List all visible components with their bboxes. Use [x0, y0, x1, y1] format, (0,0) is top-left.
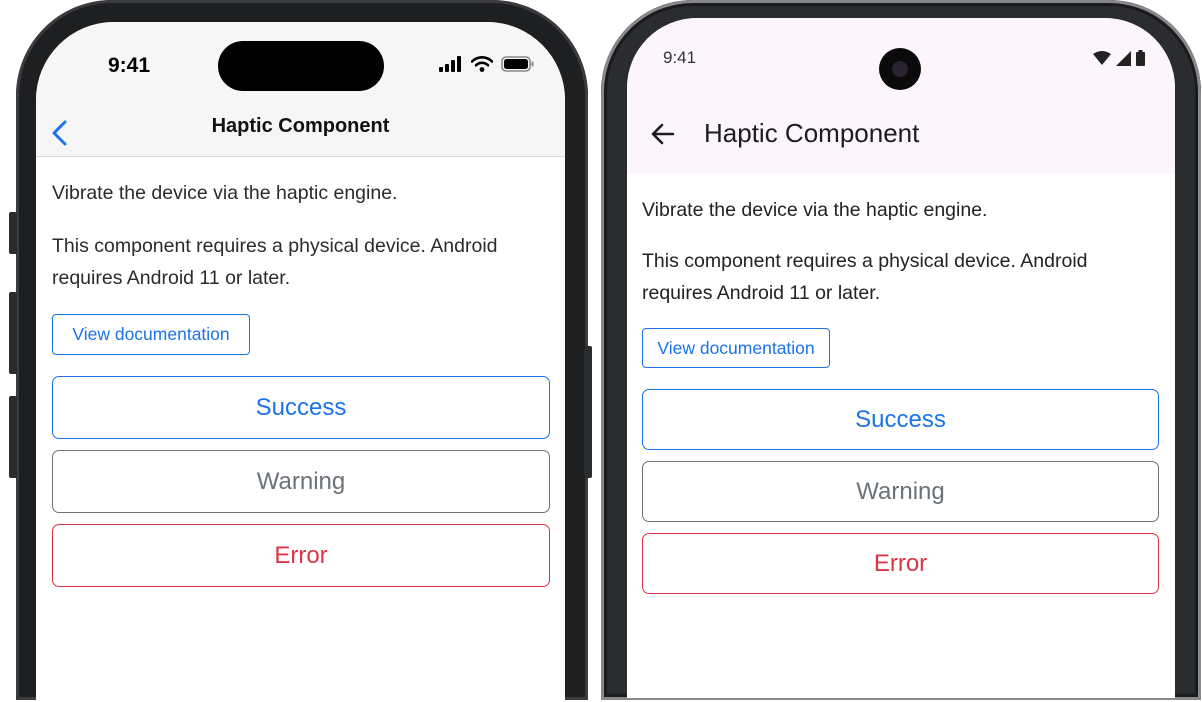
android-screen: 9:41 Haptic Component Vibrate the device…	[627, 18, 1175, 698]
cellular-signal-icon	[1116, 50, 1131, 66]
error-button[interactable]: Error	[642, 533, 1159, 594]
ios-mute-switch	[9, 212, 17, 254]
ios-volume-down-button	[9, 396, 17, 478]
battery-icon	[1136, 50, 1145, 66]
wifi-icon	[471, 56, 493, 72]
battery-icon	[501, 56, 534, 72]
ios-screen: 9:41 Haptic Component Vibrate the device…	[36, 22, 565, 702]
warning-button[interactable]: Warning	[52, 450, 550, 513]
status-time: 9:41	[663, 48, 697, 67]
view-documentation-button[interactable]: View documentation	[52, 314, 250, 355]
success-button[interactable]: Success	[52, 376, 550, 439]
view-documentation-button[interactable]: View documentation	[642, 328, 830, 368]
android-top-app-bar: 9:41 Haptic Component	[627, 18, 1175, 174]
requirement-text: This component requires a physical devic…	[52, 235, 498, 289]
status-icons	[439, 56, 535, 72]
page-title: Haptic Component	[211, 115, 390, 137]
android-phone-frame: 9:41 Haptic Component Vibrate the device…	[601, 0, 1201, 700]
description-text: Vibrate the device via the haptic engine…	[52, 182, 398, 204]
ios-phone-frame: 9:41 Haptic Component Vibrate the device…	[9, 0, 592, 702]
page-title: Haptic Component	[704, 118, 920, 148]
dynamic-island	[218, 41, 384, 91]
status-icons	[1093, 50, 1145, 66]
arrow-left-icon[interactable]	[649, 120, 677, 148]
front-camera	[879, 48, 921, 90]
cellular-signal-icon	[439, 56, 461, 72]
success-button[interactable]: Success	[642, 389, 1159, 450]
status-time: 9:41	[108, 54, 151, 77]
description-text: Vibrate the device via the haptic engine…	[642, 199, 988, 221]
requirement-text: This component requires a physical devic…	[642, 250, 1088, 304]
warning-button[interactable]: Warning	[642, 461, 1159, 522]
wifi-icon	[1093, 51, 1111, 65]
ios-navigation-bar: Haptic Component	[36, 112, 565, 157]
error-button[interactable]: Error	[52, 524, 550, 587]
ios-status-bar: 9:41	[36, 22, 565, 112]
ios-power-button	[584, 346, 592, 478]
ios-volume-up-button	[9, 292, 17, 374]
